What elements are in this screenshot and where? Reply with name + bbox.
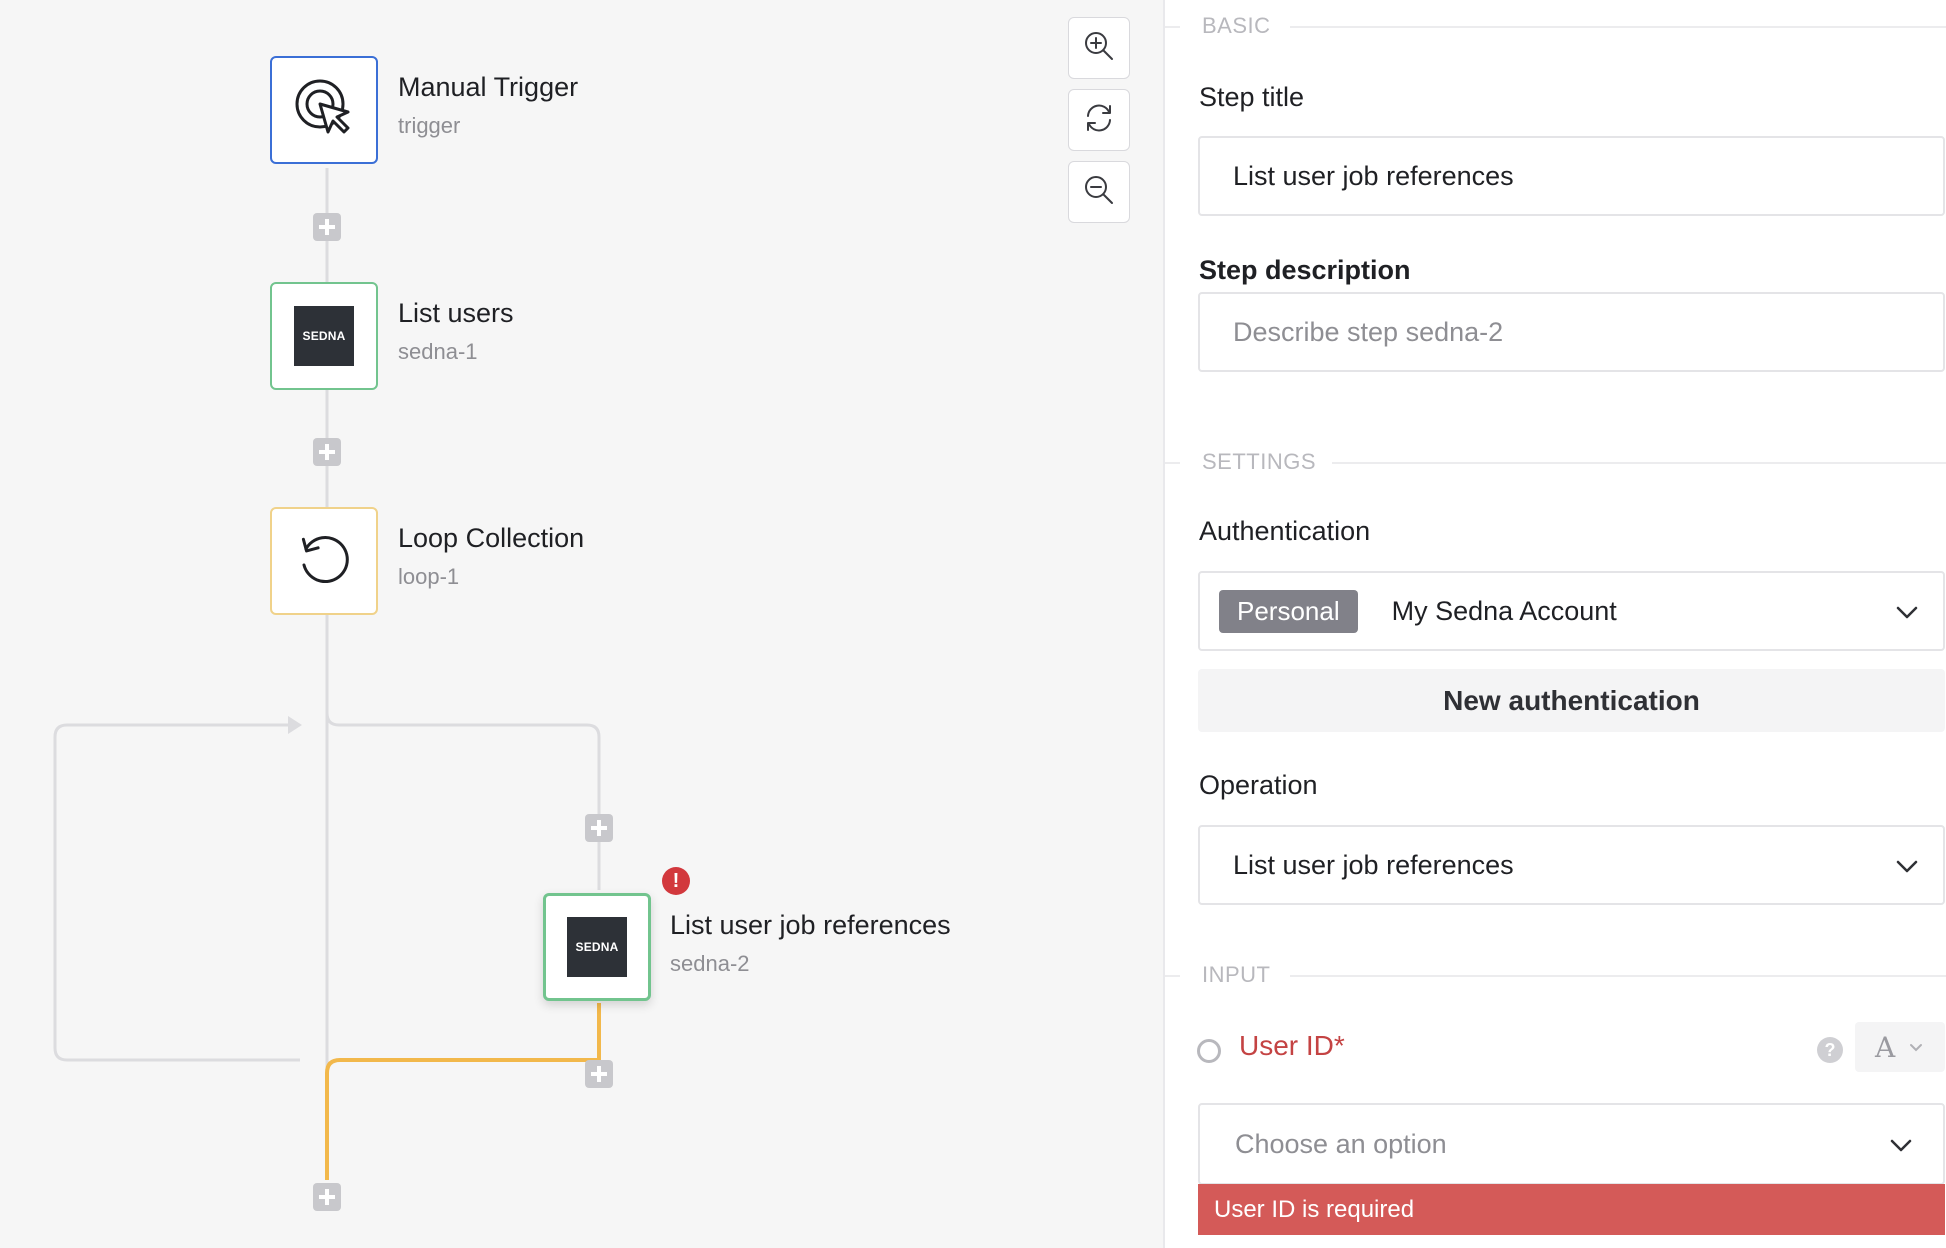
active-wire — [325, 1003, 601, 1180]
step-description-input[interactable]: Describe step sedna-2 — [1198, 292, 1945, 372]
add-step-button[interactable] — [585, 1060, 613, 1088]
reset-icon — [1083, 102, 1115, 139]
new-authentication-button[interactable]: New authentication — [1198, 669, 1945, 732]
node-list-users[interactable]: SEDNA — [270, 282, 378, 390]
operation-select[interactable]: List user job references — [1198, 825, 1945, 905]
node-title: Manual Trigger — [398, 72, 579, 102]
sedna-logo-icon: SEDNA — [567, 917, 627, 977]
node-title: Loop Collection — [398, 523, 585, 553]
node-subtitle: trigger — [398, 113, 461, 138]
node-subtitle: sedna-1 — [398, 339, 478, 364]
sedna-logo-icon: SEDNA — [294, 306, 354, 366]
section-label: INPUT — [1202, 962, 1271, 987]
node-loop-collection[interactable] — [270, 507, 378, 615]
node-manual-trigger[interactable] — [270, 56, 378, 164]
user-id-select[interactable]: Choose an option — [1198, 1103, 1945, 1185]
user-id-placeholder: Choose an option — [1235, 1128, 1447, 1159]
node-title: List users — [398, 298, 514, 328]
user-id-label: User ID* — [1239, 1030, 1345, 1061]
authentication-label: Authentication — [1199, 516, 1371, 546]
authentication-value: My Sedna Account — [1391, 595, 1617, 626]
authentication-select[interactable]: Personal My Sedna Account — [1198, 571, 1945, 651]
input-type-dropdown[interactable]: A — [1855, 1022, 1945, 1072]
text-type-icon: A — [1875, 1030, 1896, 1064]
cursor-click-icon — [292, 76, 356, 145]
loop-icon — [292, 527, 356, 596]
reset-view-button[interactable] — [1068, 89, 1130, 151]
personal-badge: Personal — [1219, 589, 1358, 633]
chevron-down-icon — [1896, 606, 1918, 619]
section-input: INPUT — [1165, 949, 1946, 987]
node-title: List user job references — [670, 910, 951, 940]
step-title-value: List user job references — [1233, 160, 1514, 191]
loop-back-wire — [53, 723, 300, 1062]
section-label: SETTINGS — [1202, 449, 1317, 474]
chevron-down-icon — [1896, 860, 1918, 873]
node-list-user-job-references[interactable]: SEDNA — [543, 893, 651, 1001]
step-description-label: Step description — [1199, 255, 1411, 285]
add-step-button[interactable] — [585, 814, 613, 842]
section-basic: BASIC — [1165, 0, 1946, 38]
section-label: BASIC — [1202, 13, 1271, 38]
chevron-down-icon — [1910, 1044, 1923, 1052]
add-step-button[interactable] — [313, 1183, 341, 1211]
step-title-input[interactable]: List user job references — [1198, 136, 1945, 216]
zoom-out-icon — [1083, 174, 1115, 211]
loop-arrow — [288, 716, 302, 734]
zoom-in-icon — [1083, 30, 1115, 67]
user-id-error-message: User ID is required — [1198, 1184, 1945, 1235]
error-badge-icon: ! — [662, 867, 690, 895]
operation-value: List user job references — [1233, 849, 1514, 880]
node-subtitle: sedna-2 — [670, 951, 750, 976]
node-subtitle: loop-1 — [398, 564, 460, 589]
section-settings: SETTINGS — [1165, 436, 1946, 474]
step-title-label: Step title — [1199, 82, 1305, 112]
step-config-panel: BASIC Step title List user job reference… — [1165, 0, 1946, 1248]
step-description-placeholder: Describe step sedna-2 — [1233, 316, 1504, 347]
chevron-down-icon — [1890, 1139, 1912, 1152]
operation-label: Operation — [1199, 770, 1318, 800]
help-icon[interactable]: ? — [1817, 1037, 1843, 1063]
add-step-button[interactable] — [313, 213, 341, 241]
zoom-out-button[interactable] — [1068, 161, 1130, 223]
add-step-button[interactable] — [313, 438, 341, 466]
workflow-canvas[interactable]: Manual Trigger trigger SEDNA List users … — [0, 0, 1163, 1248]
zoom-in-button[interactable] — [1068, 17, 1130, 79]
user-id-toggle[interactable] — [1197, 1039, 1221, 1063]
workflow-wires — [53, 168, 601, 1180]
